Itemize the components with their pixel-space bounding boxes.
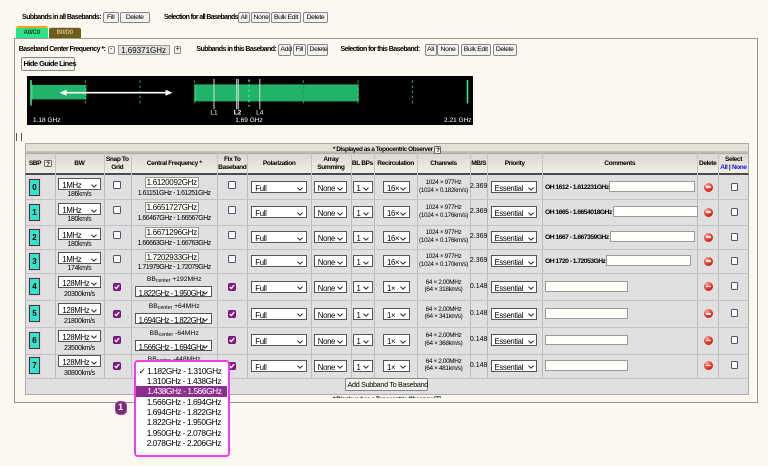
svg-text:1.69 GHz: 1.69 GHz	[235, 116, 262, 123]
svg-text:L4: L4	[256, 109, 264, 116]
svg-text:L1: L1	[210, 109, 218, 116]
svg-text:L2: L2	[233, 109, 241, 116]
svg-text:2.21 GHz: 2.21 GHz	[444, 116, 471, 123]
svg-text:1.18 GHz: 1.18 GHz	[33, 116, 60, 123]
